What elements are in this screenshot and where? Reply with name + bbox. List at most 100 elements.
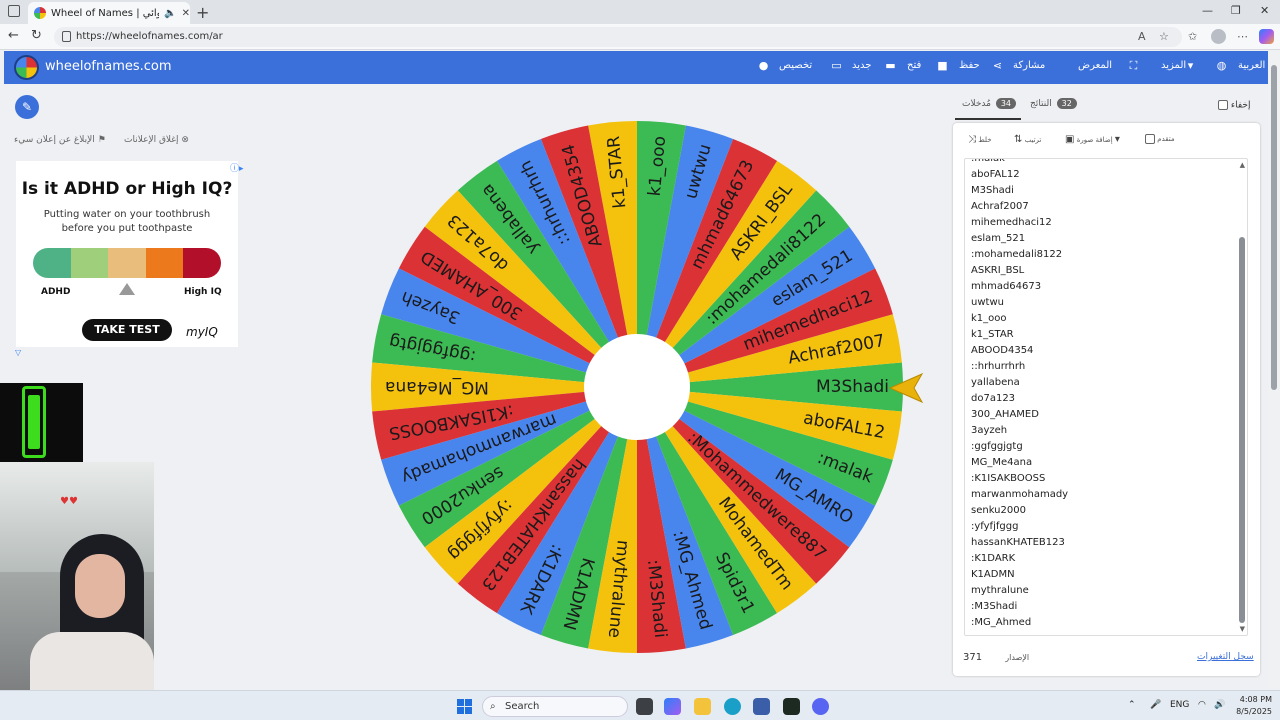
nav-share[interactable]: مشاركة xyxy=(1013,60,1045,71)
url-field[interactable]: https://wheelofnames.com/ar xyxy=(54,27,1182,47)
advanced-toggle[interactable]: متقدم xyxy=(1145,134,1175,144)
edge-browser-icon[interactable] xyxy=(724,698,741,715)
entry-item: :malak xyxy=(971,158,1005,164)
phone-video-overlay xyxy=(0,383,83,462)
more-menu-icon[interactable]: ⋯ xyxy=(1237,30,1248,43)
scroll-down-icon[interactable]: ▼ xyxy=(1240,625,1245,633)
back-icon[interactable]: ← xyxy=(8,28,19,43)
entries-scrollbar-thumb[interactable] xyxy=(1239,237,1245,623)
store-icon[interactable] xyxy=(753,698,770,715)
take-test-button[interactable]: TAKE TEST xyxy=(82,319,172,341)
wifi-icon[interactable]: ◠ xyxy=(1198,700,1206,710)
entry-item: 300_AHAMED xyxy=(971,409,1039,420)
ad-scale-segment xyxy=(183,248,221,278)
add-image-dropdown[interactable]: ▣ إضافة صورة ▾ xyxy=(1065,134,1120,145)
fullscreen-icon[interactable]: ⛶ xyxy=(1128,60,1139,71)
volume-icon[interactable]: 🔊 xyxy=(1214,700,1225,710)
ad-scale-segment xyxy=(145,248,184,278)
search-icon: ⌕ xyxy=(490,701,496,712)
tray-chevron-icon[interactable]: ⌃ xyxy=(1128,700,1136,710)
app-icon[interactable] xyxy=(783,698,800,715)
sort-button[interactable]: ⇅ ترتيب xyxy=(1014,134,1041,145)
ad-choices-icon[interactable]: ▽ xyxy=(15,348,21,357)
profile-avatar[interactable] xyxy=(1211,29,1226,44)
entries-textarea[interactable]: ▲ ▼ :malak aboFAL12 M3Shadi Achraf2007 mihem… xyxy=(964,158,1248,636)
tab-entries[interactable]: مُدخلات 34 xyxy=(962,98,1018,109)
clock-date: 8/5/2025 xyxy=(1236,707,1272,716)
copilot-icon[interactable] xyxy=(1259,29,1274,44)
sort-icon: ⇅ xyxy=(1014,134,1023,145)
windows-start-icon[interactable] xyxy=(457,699,472,714)
file-explorer-icon[interactable] xyxy=(694,698,711,715)
wheel-logo-icon[interactable] xyxy=(14,55,39,80)
folder-open-icon: ▬ xyxy=(885,59,896,72)
new-tab-icon[interactable]: + xyxy=(196,3,209,22)
changelog-link[interactable]: سجل التغييرات xyxy=(1197,652,1254,662)
ad-subtitle-line2: before you put toothpaste xyxy=(61,223,193,234)
close-window-icon[interactable]: ✕ xyxy=(1260,4,1269,17)
nav-language[interactable]: العربية xyxy=(1238,60,1265,71)
microphone-icon[interactable]: 🎤 xyxy=(1150,700,1161,710)
entry-item: eslam_521 xyxy=(971,233,1026,244)
tab-title: Wheel of Names | العشوائي ... xyxy=(51,7,159,19)
report-ad-link[interactable]: الإبلاغ عن إعلان سيء ⚑ xyxy=(14,135,106,145)
share-icon: ⋖ xyxy=(992,59,1003,72)
entry-item: :K1ISAKBOOSS xyxy=(971,473,1046,484)
phone-screen-icon xyxy=(28,395,40,449)
taskbar-clock[interactable]: 4:08 PM 8/5/2025 xyxy=(1236,694,1272,718)
webcam-overlay: ♥♥ xyxy=(0,462,154,690)
entry-item: ASKRI_BSL xyxy=(971,265,1025,276)
tab-results[interactable]: النتائج 32 xyxy=(1030,98,1079,109)
close-circle-icon: ⊗ xyxy=(181,135,189,145)
advertisement[interactable]: ⓘ▸ Is it ADHD or High IQ? Putting water … xyxy=(16,161,244,347)
entries-scrollbar[interactable] xyxy=(1239,163,1245,629)
page-scrollbar[interactable] xyxy=(1268,51,1280,688)
webcam-person-coat xyxy=(30,632,154,690)
hide-label: إخفاء xyxy=(1230,100,1251,111)
ad-scale-segment xyxy=(33,248,71,278)
minimize-icon[interactable]: — xyxy=(1202,4,1213,17)
ad-info-icon[interactable]: ⓘ▸ xyxy=(230,161,244,174)
name-wheel[interactable]: M3ShadiAchraf2007mihemedhaci12eslam_521:… xyxy=(368,118,906,656)
close-tab-icon[interactable]: ✕ xyxy=(182,8,190,19)
entries-count-badge: 34 xyxy=(995,98,1017,109)
nav-gallery[interactable]: المعرض xyxy=(1078,60,1112,71)
hide-checkbox[interactable] xyxy=(1218,100,1228,110)
nav-open[interactable]: فتح xyxy=(907,60,921,71)
nav-customize[interactable]: تخصيص xyxy=(779,60,812,71)
favorites-icon[interactable]: ✩ xyxy=(1188,30,1197,43)
wheel-center-hub[interactable] xyxy=(584,334,690,440)
window-menu-icon[interactable] xyxy=(8,5,20,17)
advanced-checkbox[interactable] xyxy=(1145,134,1155,144)
copilot-taskbar-icon[interactable] xyxy=(664,698,681,715)
globe-icon: ◍ xyxy=(1216,59,1227,72)
speaker-icon[interactable]: 🔈 xyxy=(164,8,176,19)
read-aloud-icon[interactable]: A xyxy=(1138,30,1146,43)
image-icon: ▣ xyxy=(1065,134,1075,145)
entry-item: :MG_Ahmed xyxy=(971,617,1032,628)
shuffle-button[interactable]: ⤨ خلط xyxy=(968,134,992,145)
favorite-star-icon[interactable]: ☆ xyxy=(1159,30,1169,43)
close-ads-link[interactable]: إغلاق الإعلانات ⊗ xyxy=(124,135,189,145)
nav-new[interactable]: جديد xyxy=(852,60,871,71)
task-view-icon[interactable] xyxy=(636,698,653,715)
entry-item: senku2000 xyxy=(971,505,1026,516)
hide-toggle[interactable]: إخفاء xyxy=(1218,100,1250,111)
edit-pencil-icon[interactable]: ✎ xyxy=(15,95,39,119)
wheel-segment-label: M3Shadi xyxy=(816,377,889,397)
language-indicator[interactable]: ENG xyxy=(1170,700,1189,710)
discord-icon[interactable] xyxy=(812,698,829,715)
taskbar-search[interactable]: ⌕ Search xyxy=(482,696,628,717)
app-header: wheelofnames.com ● تخصيص ▭ جديد ▬ فتح ■ … xyxy=(4,51,1268,84)
page-scrollbar-thumb[interactable] xyxy=(1271,65,1277,390)
brand-link[interactable]: wheelofnames.com xyxy=(45,59,172,74)
browser-tab-bar: Wheel of Names | العشوائي ... 🔈 ✕ + — ❐ … xyxy=(0,0,1280,24)
refresh-icon[interactable]: ↻ xyxy=(31,28,42,43)
site-info-icon[interactable] xyxy=(62,31,71,42)
ad-subtitle: Putting water on your toothbrush before … xyxy=(16,208,238,236)
save-icon: ■ xyxy=(937,59,948,72)
browser-tab[interactable]: Wheel of Names | العشوائي ... 🔈 ✕ xyxy=(28,2,190,24)
maximize-icon[interactable]: ❐ xyxy=(1231,4,1241,17)
nav-more[interactable]: المزيد xyxy=(1161,60,1186,71)
nav-save[interactable]: حفظ xyxy=(959,60,980,71)
